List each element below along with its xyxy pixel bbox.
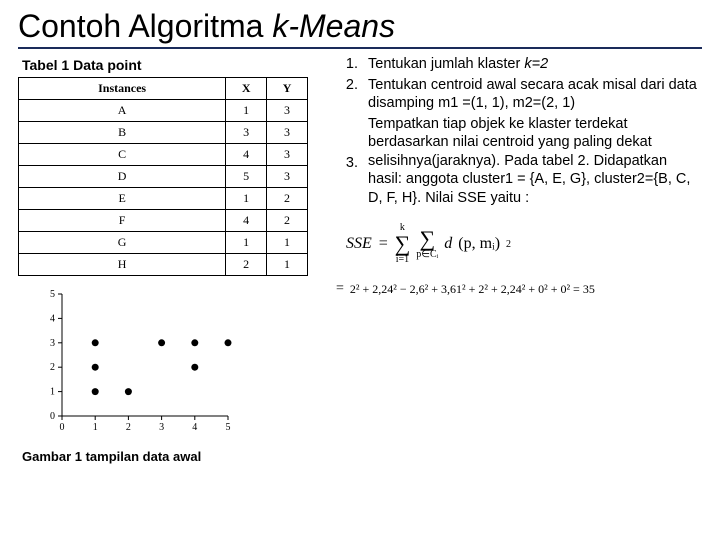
svg-text:5: 5 [226, 422, 231, 433]
table-caption: Tabel 1 Data point [22, 57, 318, 73]
scatter-chart: 0 1 2 3 4 5 0 1 2 3 4 5 [36, 286, 236, 436]
right-column: 1. 2. 3. Tentukan jumlah klaster k=2 Ten… [336, 55, 702, 464]
cell: 1 [226, 100, 267, 122]
cell: 3 [267, 144, 308, 166]
cell: F [19, 210, 226, 232]
cell: 3 [267, 166, 308, 188]
svg-text:5: 5 [50, 289, 55, 300]
svg-text:1: 1 [93, 422, 98, 433]
formula-eq: = [378, 235, 389, 253]
body: Tabel 1 Data point Instances X Y A13 B33… [18, 55, 702, 464]
cell: 4 [226, 144, 267, 166]
table-row: B33 [19, 122, 308, 144]
cell: 1 [267, 254, 308, 276]
th-instances: Instances [19, 78, 226, 100]
table-row: D53 [19, 166, 308, 188]
data-table: Instances X Y A13 B33 C43 D53 E12 F42 G1… [18, 77, 308, 276]
step1-a: Tentukan jumlah klaster [368, 56, 524, 72]
cell: E [19, 188, 226, 210]
steps-list: 1. 2. 3. Tentukan jumlah klaster k=2 Ten… [336, 55, 702, 209]
cell: A [19, 100, 226, 122]
cell: 1 [226, 232, 267, 254]
cell: H [19, 254, 226, 276]
svg-text:4: 4 [192, 422, 197, 433]
cell: 2 [226, 254, 267, 276]
formula-lhs: SSE [346, 235, 372, 253]
formula-sq: 2 [506, 239, 511, 250]
figure-caption: Gambar 1 tampilan data awal [22, 449, 318, 464]
table-row: H21 [19, 254, 308, 276]
cell: 3 [267, 100, 308, 122]
left-column: Tabel 1 Data point Instances X Y A13 B33… [18, 55, 318, 464]
step-text-2: Tentukan centroid awal secara acak misal… [368, 76, 702, 113]
svg-text:2: 2 [126, 422, 131, 433]
table-row: A13 [19, 100, 308, 122]
formula-d: d [444, 235, 452, 253]
formula-args: (p, mᵢ) [458, 235, 500, 253]
table-row: G11 [19, 232, 308, 254]
cell: D [19, 166, 226, 188]
step1-b: k=2 [524, 56, 548, 72]
cell: 1 [226, 188, 267, 210]
table-row: E12 [19, 188, 308, 210]
sigma-2-icon: ∑ p∈Cᵢ [416, 228, 438, 260]
cell: 3 [267, 122, 308, 144]
svg-text:4: 4 [50, 313, 55, 324]
cell: 2 [267, 188, 308, 210]
page-title: Contoh Algoritma k-Means [18, 8, 702, 45]
th-x: X [226, 78, 267, 100]
sum1-bot: i=1 [396, 255, 409, 265]
step-num-1: 1. [336, 55, 358, 74]
step-text-1: Tentukan jumlah klaster k=2 [368, 55, 702, 74]
svg-text:3: 3 [159, 422, 164, 433]
cell: C [19, 144, 226, 166]
step-num-3: 3. [336, 154, 358, 173]
sse-calculation: = 2² + 2,24² − 2,6² + 3,61² + 2² + 2,24²… [336, 281, 702, 297]
calc-eq: = [336, 281, 344, 297]
table-row: F42 [19, 210, 308, 232]
svg-text:2: 2 [50, 362, 55, 373]
cell: 2 [267, 210, 308, 232]
title-text: Contoh Algoritma [18, 8, 272, 44]
table-header-row: Instances X Y [19, 78, 308, 100]
svg-text:0: 0 [50, 411, 55, 422]
cell: 4 [226, 210, 267, 232]
sse-formula: SSE = k ∑ i=1 ∑ p∈Cᵢ d (p, mᵢ) 2 [346, 223, 702, 265]
step-num-2: 2. [336, 76, 358, 95]
cell: 5 [226, 166, 267, 188]
th-y: Y [267, 78, 308, 100]
title-bar: Contoh Algoritma k-Means [18, 8, 702, 49]
svg-text:1: 1 [50, 387, 55, 398]
cell: 1 [267, 232, 308, 254]
step-texts: Tentukan jumlah klaster k=2 Tentukan cen… [368, 55, 702, 209]
slide: Contoh Algoritma k-Means Tabel 1 Data po… [0, 0, 720, 540]
svg-text:3: 3 [50, 338, 55, 349]
sum2-bot: p∈Cᵢ [416, 250, 438, 260]
svg-text:0: 0 [60, 422, 65, 433]
cell: 3 [226, 122, 267, 144]
step-text-3: Tempatkan tiap objek ke klaster terdekat… [368, 115, 702, 208]
step-numbers: 1. 2. 3. [336, 55, 358, 209]
cell: G [19, 232, 226, 254]
sigma-1-icon: k ∑ i=1 [395, 223, 411, 265]
table-row: C43 [19, 144, 308, 166]
calc-expr: 2² + 2,24² − 2,6² + 3,61² + 2² + 2,24² +… [350, 282, 595, 297]
cell: B [19, 122, 226, 144]
title-italic: k-Means [272, 8, 395, 44]
